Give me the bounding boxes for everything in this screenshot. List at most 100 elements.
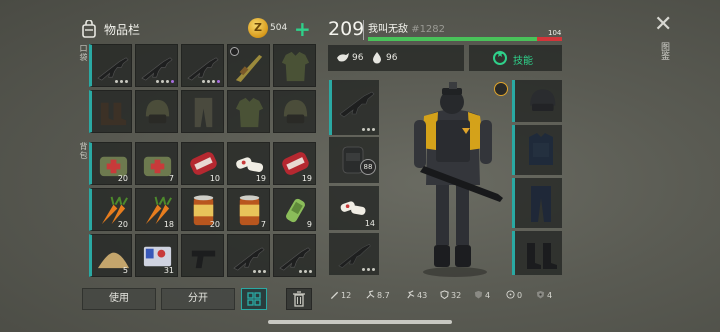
quality-dots <box>362 128 375 131</box>
helmet-icon <box>283 99 308 124</box>
inventory-slot[interactable]: 7 <box>227 188 270 231</box>
food-icon <box>337 53 349 62</box>
shield-resist-icon <box>474 290 483 299</box>
inventory-slot[interactable]: 20 <box>181 188 224 231</box>
home-indicator <box>268 320 452 324</box>
health-value: 104 <box>548 29 562 37</box>
item-count: 9 <box>306 220 312 229</box>
coin-count: 504 <box>270 23 288 33</box>
inventory-slot[interactable]: 19 <box>227 142 270 185</box>
add-coins-button[interactable]: + <box>294 17 311 41</box>
rifle-icon <box>97 57 129 81</box>
inventory-slot[interactable]: 31 <box>135 234 178 277</box>
feet-slot[interactable] <box>512 231 562 275</box>
armor-stat: 32 <box>440 290 461 300</box>
inventory-slot[interactable] <box>273 44 316 87</box>
health-fill <box>368 37 537 41</box>
pills-count: 14 <box>364 219 375 228</box>
quality-dots <box>299 270 312 273</box>
body-slot[interactable] <box>512 125 562 175</box>
rifle-icon <box>279 247 311 271</box>
item-count: 19 <box>255 174 266 183</box>
inventory-slot[interactable]: 5 <box>89 234 132 277</box>
inventory-slot[interactable] <box>181 44 224 87</box>
item-count: 7 <box>260 220 266 229</box>
health-missing <box>536 37 562 41</box>
skills-label: 技能 <box>513 56 533 67</box>
inventory-slot[interactable]: 10 <box>181 142 224 185</box>
inventory-slot[interactable]: 19 <box>273 142 316 185</box>
coin-icon: Z <box>248 18 268 38</box>
assault-rifle-icon <box>339 91 375 118</box>
inventory-slot[interactable] <box>227 44 270 87</box>
inventory-slot[interactable] <box>181 90 224 133</box>
quality-dots <box>362 268 375 271</box>
damage-stat: 43 <box>406 290 427 300</box>
trash-icon <box>293 291 305 307</box>
split-button[interactable]: 分开 <box>161 288 235 310</box>
inventory-slot[interactable]: 9 <box>273 188 316 231</box>
close-icon[interactable]: ✕ <box>654 12 672 37</box>
inventory-header: 物品栏 Z 504 + <box>80 17 320 42</box>
inventory-slot[interactable]: 20 <box>89 142 132 185</box>
inventory-slot[interactable] <box>227 234 270 277</box>
backpack-icon <box>82 20 96 38</box>
backpack-label: 背包 <box>79 142 88 160</box>
item-count: 18 <box>163 220 174 229</box>
quick-slots-label: 口袋 <box>79 44 88 62</box>
helmet-icon <box>145 99 170 124</box>
ammo-badge: 88 <box>360 159 376 175</box>
player-name-line: 我叫无敌 #1282 <box>368 20 445 35</box>
head-slot[interactable] <box>512 80 562 122</box>
vest-icon <box>529 133 553 165</box>
item-count: 20 <box>209 220 220 229</box>
inventory-slot[interactable] <box>135 44 178 87</box>
inventory-slot[interactable] <box>181 234 224 277</box>
primary-weapon-slot[interactable] <box>329 80 379 135</box>
water-icon <box>373 52 381 64</box>
run-icon <box>407 290 415 299</box>
item-count: 10 <box>209 174 220 183</box>
secondary-weapon-slot[interactable] <box>329 233 379 275</box>
consumable-slot[interactable]: 14 <box>329 186 379 230</box>
skills-button[interactable]: 技能 <box>469 45 562 71</box>
pistol-icon <box>191 250 216 269</box>
use-button[interactable]: 使用 <box>82 288 156 310</box>
inventory-slot[interactable] <box>135 90 178 133</box>
inventory-slot[interactable]: 18 <box>135 188 178 231</box>
quality-dots <box>156 80 174 83</box>
inventory-slot[interactable] <box>89 44 132 87</box>
grid-icon <box>247 292 261 306</box>
inventory-slot[interactable] <box>273 90 316 133</box>
header-divider <box>363 20 364 40</box>
quality-dots <box>202 80 220 83</box>
speed-stat: 8.7 <box>366 290 390 300</box>
resist-stat-1: 4 <box>474 290 490 300</box>
player-id: #1282 <box>411 24 446 35</box>
food-value: 96 <box>352 53 364 63</box>
item-count: 20 <box>117 174 128 183</box>
jacket-icon <box>281 51 310 82</box>
inventory-slot[interactable]: 20 <box>89 188 132 231</box>
grid-view-button[interactable] <box>241 288 267 310</box>
rank-badge-icon <box>494 82 508 96</box>
inventory-title: 物品栏 <box>104 23 141 37</box>
item-count: 19 <box>301 174 312 183</box>
quality-dots <box>253 270 266 273</box>
inventory-slot[interactable] <box>273 234 316 277</box>
trash-button[interactable] <box>286 288 312 310</box>
player-character <box>414 82 503 277</box>
inventory-slot[interactable]: 7 <box>135 142 178 185</box>
ammo-slot[interactable]: 88 <box>329 137 379 183</box>
legs-slot[interactable] <box>512 178 562 228</box>
cold-resist-icon <box>536 290 545 299</box>
inventory-slot[interactable] <box>89 90 132 133</box>
speed-icon <box>366 290 375 299</box>
skill-star-icon <box>493 50 507 65</box>
knife-icon <box>330 291 339 299</box>
codex-label[interactable]: 图鉴 <box>658 42 671 60</box>
inventory-slot[interactable] <box>227 90 270 133</box>
boots-icon <box>100 102 127 126</box>
water-value: 96 <box>386 53 398 63</box>
rifle-icon <box>187 57 219 81</box>
